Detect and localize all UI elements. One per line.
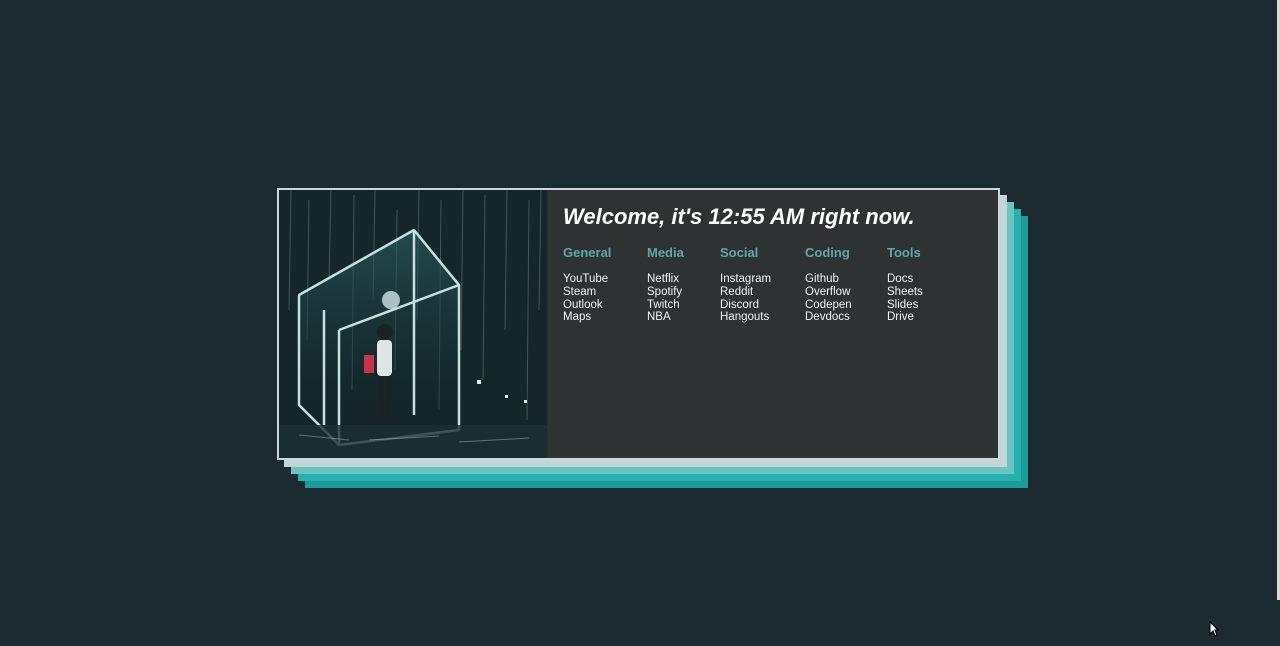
link-maps[interactable]: Maps xyxy=(563,311,647,324)
link-codepen[interactable]: Codepen xyxy=(805,299,887,312)
category-social: Social Instagram Reddit Discord Hangouts xyxy=(720,245,805,324)
category-tools: Tools Docs Sheets Slides Drive xyxy=(887,245,957,324)
rainy-night-booth-illustration xyxy=(279,190,547,458)
link-slides[interactable]: Slides xyxy=(887,299,957,312)
link-nba[interactable]: NBA xyxy=(647,311,720,324)
link-instagram[interactable]: Instagram xyxy=(720,273,805,286)
category-title: Tools xyxy=(887,245,921,260)
mouse-pointer-icon xyxy=(1209,621,1219,637)
hero-image xyxy=(279,190,547,458)
category-coding: Coding Github Overflow Codepen Devdocs xyxy=(805,245,887,324)
link-youtube[interactable]: YouTube xyxy=(563,273,647,286)
category-title: General xyxy=(563,245,612,260)
bookmark-columns: General YouTube Steam Outlook Maps Media… xyxy=(563,245,998,324)
link-netflix[interactable]: Netflix xyxy=(647,273,720,286)
link-github[interactable]: Github xyxy=(805,273,887,286)
category-general: General YouTube Steam Outlook Maps xyxy=(563,245,647,324)
link-discord[interactable]: Discord xyxy=(720,299,805,312)
link-reddit[interactable]: Reddit xyxy=(720,286,805,299)
startpage-card: Welcome, it's 12:55 AM right now. Genera… xyxy=(277,188,1000,460)
link-overflow[interactable]: Overflow xyxy=(805,286,887,299)
link-docs[interactable]: Docs xyxy=(887,273,957,286)
startpage-content: Welcome, it's 12:55 AM right now. Genera… xyxy=(547,190,998,458)
link-devdocs[interactable]: Devdocs xyxy=(805,311,887,324)
link-hangouts[interactable]: Hangouts xyxy=(720,311,805,324)
link-outlook[interactable]: Outlook xyxy=(563,299,647,312)
link-drive[interactable]: Drive xyxy=(887,311,957,324)
link-spotify[interactable]: Spotify xyxy=(647,286,720,299)
link-twitch[interactable]: Twitch xyxy=(647,299,720,312)
link-steam[interactable]: Steam xyxy=(563,286,647,299)
category-title: Media xyxy=(647,245,684,260)
category-title: Coding xyxy=(805,245,850,260)
category-media: Media Netflix Spotify Twitch NBA xyxy=(647,245,720,324)
welcome-heading: Welcome, it's 12:55 AM right now. xyxy=(563,204,915,229)
category-title: Social xyxy=(720,245,759,260)
link-sheets[interactable]: Sheets xyxy=(887,286,957,299)
startpage-card-stack: Welcome, it's 12:55 AM right now. Genera… xyxy=(277,188,1028,488)
